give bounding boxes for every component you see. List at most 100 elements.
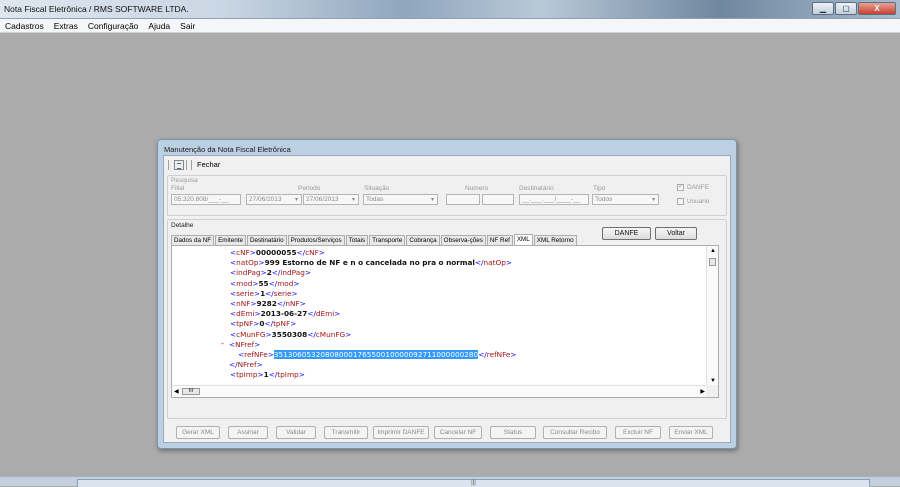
numero-from-field[interactable] bbox=[446, 194, 480, 205]
imprimir-danfe-button[interactable]: Imprimir DANFE bbox=[373, 426, 429, 439]
search-group: Pesquisa Filial 05.320.808/___-__ Period… bbox=[167, 175, 727, 216]
menu-sair[interactable]: Sair bbox=[175, 21, 200, 31]
menu-configuracao[interactable]: Configuração bbox=[83, 21, 144, 31]
dialog-toolbar: Fechar bbox=[166, 158, 220, 171]
hscroll-thumb[interactable]: III bbox=[182, 388, 200, 395]
tab-produtos-servicos[interactable]: Produtos/Serviços bbox=[287, 235, 345, 245]
close-window-button[interactable]: X bbox=[858, 2, 896, 15]
xml-tag: tpNF bbox=[236, 319, 254, 329]
xml-content: <cNF>00000055</cNF> <natOp>999 Estorno de… bbox=[172, 248, 517, 380]
destinatario-field[interactable]: __.___.___/____-__ bbox=[519, 194, 589, 205]
enviar-xml-button[interactable]: Enviar XML bbox=[669, 426, 713, 439]
tab-emitente[interactable]: Emitente bbox=[215, 235, 246, 245]
horizontal-scrollbar[interactable]: ◀ III ▶ bbox=[172, 385, 708, 397]
validar-button[interactable]: Validar bbox=[276, 426, 316, 439]
collapse-toggle-icon[interactable]: - bbox=[221, 339, 224, 349]
excluir-nf-button[interactable]: Excluir NF bbox=[615, 426, 661, 439]
xml-value: 9282 bbox=[256, 298, 277, 308]
scroll-right-icon[interactable]: ▶ bbox=[700, 388, 705, 395]
detail-tabs: Dados da NF Emitente Destinatário Produt… bbox=[171, 234, 578, 245]
print-icon[interactable] bbox=[174, 159, 184, 170]
scroll-left-icon[interactable]: ◀ bbox=[174, 388, 179, 395]
xml-line: - <NFref> bbox=[221, 338, 261, 349]
menu-cadastros[interactable]: Cadastros bbox=[0, 21, 49, 31]
minimize-button[interactable]: ▁ bbox=[812, 2, 834, 15]
menu-ajuda[interactable]: Ajuda bbox=[143, 21, 175, 31]
date-from-value: 27/06/2013 bbox=[249, 196, 282, 203]
xml-tag: refNFe bbox=[244, 349, 268, 359]
scroll-corner bbox=[706, 385, 718, 397]
xml-value: 2013-06-27 bbox=[260, 309, 308, 319]
xml-tag: natOp bbox=[236, 258, 259, 268]
tab-xml-retorno[interactable]: XML Retorno bbox=[533, 235, 577, 245]
tab-cobranca[interactable]: Cobrança bbox=[406, 235, 440, 245]
tab-destinatario[interactable]: Destinatário bbox=[246, 235, 287, 245]
periodo-label: Periodo bbox=[298, 185, 321, 192]
situacao-value: Todas bbox=[366, 196, 384, 203]
assinar-button[interactable]: Assinar bbox=[228, 426, 268, 439]
xml-line: <cNF>00000055</cNF> bbox=[230, 248, 325, 257]
xml-tag: mod bbox=[277, 278, 294, 288]
tipo-value: Todos bbox=[595, 196, 613, 203]
situacao-select[interactable]: Todas ▾ bbox=[363, 194, 438, 205]
xml-line: <indPag>2</indPag> bbox=[230, 268, 311, 278]
transmitir-button[interactable]: Transmitir bbox=[324, 426, 368, 439]
status-button[interactable]: Status bbox=[490, 426, 536, 439]
xml-tag: serie bbox=[236, 288, 254, 298]
xml-value: 55 bbox=[258, 278, 269, 288]
cancelar-nf-button[interactable]: Cancelar NF bbox=[434, 426, 482, 439]
tab-xml[interactable]: XML bbox=[513, 234, 533, 245]
filial-field[interactable]: 05.320.808/___-__ bbox=[171, 194, 241, 205]
xml-line: <serie>1</serie> bbox=[230, 288, 298, 298]
chevron-down-icon: ▾ bbox=[294, 197, 298, 203]
xml-tag: cMunFG bbox=[315, 329, 346, 339]
detail-group-label: Detalhe bbox=[171, 222, 194, 229]
scroll-thumb[interactable] bbox=[709, 258, 716, 266]
xml-tag: dEmi bbox=[315, 309, 335, 319]
window-controls: ▁ ▢ X bbox=[811, 2, 896, 15]
tab-dados-da-nf[interactable]: Dados da NF bbox=[171, 235, 215, 245]
xml-tag: serie bbox=[273, 288, 292, 298]
xml-viewer[interactable]: <cNF>00000055</cNF> <natOp>999 Estorno de… bbox=[171, 245, 719, 398]
vertical-scrollbar[interactable]: ▲ ▼ bbox=[706, 246, 718, 386]
nfe-maintenance-dialog: Manutenção da Nota Fiscal Eletrônica Fec… bbox=[157, 139, 737, 449]
tab-nf-ref[interactable]: NF Ref bbox=[486, 235, 513, 245]
numero-to-field[interactable] bbox=[482, 194, 514, 205]
xml-tag: NFref bbox=[237, 360, 257, 370]
toolbar-grip bbox=[168, 159, 169, 170]
situacao-label: Situação bbox=[364, 185, 390, 192]
scroll-down-icon[interactable]: ▼ bbox=[710, 378, 716, 384]
xml-line: <dEmi>2013-06-27</dEmi> bbox=[230, 309, 341, 319]
tab-transporte[interactable]: Transporte bbox=[369, 235, 406, 245]
maximize-button[interactable]: ▢ bbox=[835, 2, 857, 15]
numero-label: Numero bbox=[465, 185, 489, 192]
tipo-select[interactable]: Todos ▾ bbox=[592, 194, 659, 205]
xml-tag: refNFe bbox=[486, 349, 511, 359]
gerar-xml-button[interactable]: Gerar XML bbox=[176, 426, 220, 439]
xml-tag: cNF bbox=[305, 248, 319, 257]
danfe-button[interactable]: DANFE bbox=[602, 227, 651, 240]
toolbar-separator-2 bbox=[191, 159, 192, 170]
xml-line: <tpImp>1</tpImp> bbox=[230, 370, 305, 380]
xml-line: <tpNF>0</tpNF> bbox=[230, 319, 297, 329]
date-from-field[interactable]: 27/06/2013 ▾ bbox=[246, 194, 302, 205]
xml-line: <mod>55</mod> bbox=[230, 278, 300, 288]
tab-observacoes[interactable]: Observa-ções bbox=[440, 235, 486, 245]
danfe-checkbox[interactable] bbox=[677, 182, 684, 191]
window-titlebar: Nota Fiscal Eletrônica / RMS SOFTWARE LT… bbox=[0, 0, 900, 19]
chevron-down-icon: ▾ bbox=[351, 197, 355, 203]
date-to-value: 27/06/2013 bbox=[306, 196, 339, 203]
xml-tag: NFref bbox=[235, 339, 255, 349]
xml-tag: tpNF bbox=[273, 319, 291, 329]
date-to-field[interactable]: 27/06/2013 ▾ bbox=[303, 194, 359, 205]
menu-extras[interactable]: Extras bbox=[49, 21, 83, 31]
usuario-checkbox[interactable] bbox=[677, 198, 684, 205]
chevron-down-icon: ▾ bbox=[651, 197, 655, 203]
xml-line: <refNFe>35130605320808000176550010000092… bbox=[238, 349, 517, 359]
close-dialog-button[interactable]: Fechar bbox=[197, 160, 220, 169]
voltar-button[interactable]: Voltar bbox=[655, 227, 697, 240]
tab-totais[interactable]: Totais bbox=[345, 235, 369, 245]
xml-tag: nNF bbox=[285, 298, 300, 308]
consultar-recibo-button[interactable]: Consultar Recibo bbox=[543, 426, 607, 439]
scroll-up-icon[interactable]: ▲ bbox=[710, 248, 716, 254]
